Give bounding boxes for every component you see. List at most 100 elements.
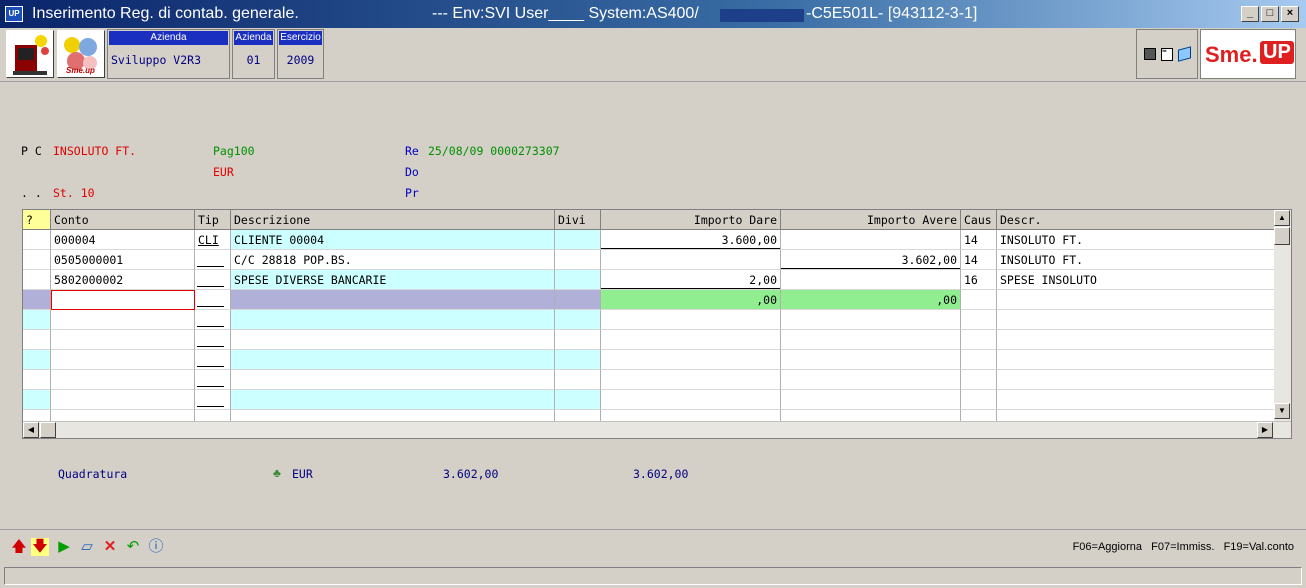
horizontal-scrollbar[interactable]: ◀ ▶ — [23, 421, 1291, 438]
avere-cell[interactable]: ,00 — [781, 290, 961, 310]
divisa-cell — [555, 270, 601, 290]
col-causale[interactable]: Caus — [961, 210, 997, 230]
title-bar: UP Inserimento Reg. di contab. generale.… — [0, 0, 1306, 28]
table-row[interactable]: 000004 CLI CLIENTE 00004 3.600,00 14 INS… — [23, 230, 1275, 250]
table-row-empty[interactable] — [23, 390, 1275, 410]
col-importo-avere[interactable]: Importo Avere — [781, 210, 961, 230]
conto-cell[interactable]: 0505000001 — [51, 250, 195, 270]
col-importo-dare[interactable]: Importo Dare — [601, 210, 781, 230]
col-descr[interactable]: Descr. — [997, 210, 1275, 230]
undo-icon[interactable]: ↶ — [124, 538, 142, 556]
col-conto[interactable]: Conto — [51, 210, 195, 230]
info-icon[interactable]: ⓘ — [147, 538, 165, 556]
descrizione-cell: SPESE DIVERSE BANCARIE — [231, 270, 555, 290]
payment-code: Pag100 — [213, 144, 255, 158]
tip-cell[interactable] — [195, 290, 231, 310]
minimize-button[interactable]: _ — [1241, 6, 1259, 22]
azienda-label: Azienda — [109, 31, 228, 45]
book-icon[interactable] — [1178, 46, 1191, 62]
tip-cell[interactable] — [195, 270, 231, 290]
esercizio-field: Esercizio 2009 — [277, 29, 324, 79]
document-description: INSOLUTO FT. — [53, 144, 137, 158]
scroll-left-icon[interactable]: ◀ — [23, 422, 39, 438]
environment-info: --- Env:SVI User____ System:AS400/ — [432, 5, 699, 22]
descr-cell[interactable] — [997, 290, 1275, 310]
grid-header-row: ? Conto Tip Descrizione Divi Importo Dar… — [23, 210, 1275, 230]
maximize-button[interactable]: □ — [1261, 6, 1279, 22]
row-select-cell[interactable] — [23, 230, 51, 250]
dare-cell[interactable]: 3.600,00 — [601, 230, 781, 250]
table-row-empty[interactable] — [23, 330, 1275, 350]
dare-cell[interactable]: 2,00 — [601, 270, 781, 290]
col-tip[interactable]: Tip — [195, 210, 231, 230]
causale-cell[interactable]: 14 — [961, 250, 997, 270]
quadratura-label: Quadratura — [58, 467, 128, 481]
descrizione-cell: CLIENTE 00004 — [231, 230, 555, 250]
col-divisa[interactable]: Divi — [555, 210, 601, 230]
entries-grid: ? Conto Tip Descrizione Divi Importo Dar… — [22, 209, 1292, 439]
scroll-thumb[interactable] — [1274, 227, 1290, 245]
dots-label: . . — [21, 186, 42, 200]
dare-cell[interactable]: ,00 — [601, 290, 781, 310]
conto-cell[interactable]: 5802000002 — [51, 270, 195, 290]
avere-cell[interactable] — [781, 230, 961, 250]
descr-cell[interactable]: INSOLUTO FT. — [997, 230, 1275, 250]
hscroll-thumb[interactable] — [40, 422, 56, 438]
descrizione-cell: C/C 28818 POP.BS. — [231, 250, 555, 270]
tip-cell[interactable]: CLI — [195, 230, 231, 250]
row-select-cell[interactable] — [23, 250, 51, 270]
descr-cell[interactable]: INSOLUTO FT. — [997, 250, 1275, 270]
total-avere: 3.602,00 — [633, 467, 689, 481]
azienda-code-label: Azienda — [234, 31, 273, 45]
conto-cell[interactable]: 000004 — [51, 230, 195, 250]
environment-suffix: -C5E501L- [943112-3-1] — [806, 5, 978, 22]
table-row-selected[interactable]: ,00 ,00 — [23, 290, 1275, 310]
brand-text: Sme. — [1205, 42, 1258, 67]
row-select-cell[interactable] — [23, 270, 51, 290]
table-row[interactable]: 0505000001 C/C 28818 POP.BS. 3.602,00 14… — [23, 250, 1275, 270]
monitor-icon[interactable] — [1144, 48, 1156, 60]
svg-text:Sme.up: Sme.up — [66, 66, 95, 75]
total-dare: 3.602,00 — [443, 467, 499, 481]
scroll-right-icon[interactable]: ▶ — [1257, 422, 1273, 438]
col-descrizione[interactable]: Descrizione — [231, 210, 555, 230]
machine-logo-icon[interactable] — [6, 30, 54, 78]
status-bar — [4, 567, 1302, 585]
table-row-empty[interactable] — [23, 370, 1275, 390]
scroll-down-icon[interactable]: ▼ — [1274, 403, 1290, 419]
play-icon[interactable]: ▶ — [55, 538, 73, 556]
table-row-empty[interactable] — [23, 310, 1275, 330]
causale-cell[interactable]: 14 — [961, 230, 997, 250]
smeup-logo-icon[interactable]: Sme.up — [57, 30, 105, 78]
table-row-empty[interactable] — [23, 350, 1275, 370]
currency-code: EUR — [213, 165, 234, 179]
smeup-brand-logo: Sme. UP — [1200, 29, 1296, 79]
avere-cell[interactable]: 3.602,00 — [781, 250, 961, 270]
arrow-up-icon[interactable]: 🡅 — [10, 538, 28, 556]
close-button[interactable]: × — [1281, 6, 1299, 22]
avere-cell[interactable] — [781, 270, 961, 290]
quadratura-currency: EUR — [292, 467, 313, 481]
table-row[interactable]: 5802000002 SPESE DIVERSE BANCARIE 2,00 1… — [23, 270, 1275, 290]
row-select-cell[interactable] — [23, 290, 51, 310]
pc-label: P C — [21, 144, 42, 158]
dare-cell[interactable] — [601, 250, 781, 270]
divisa-cell — [555, 290, 601, 310]
azienda-field: Azienda Sviluppo V2R3 — [107, 29, 230, 79]
tip-cell[interactable] — [195, 250, 231, 270]
vertical-scrollbar[interactable]: ▲ ▼ — [1274, 210, 1291, 421]
descr-cell[interactable]: SPESE INSOLUTO — [997, 270, 1275, 290]
eraser-icon[interactable]: ▱ — [78, 538, 96, 556]
pr-label: Pr — [405, 186, 419, 200]
table-row-empty[interactable] — [23, 410, 1275, 430]
window-title: Inserimento Reg. di contab. generale. — [32, 5, 299, 22]
redacted-block — [720, 9, 804, 22]
arrow-down-icon[interactable]: 🡇 — [31, 538, 49, 556]
causale-cell[interactable]: 16 — [961, 270, 997, 290]
scroll-up-icon[interactable]: ▲ — [1274, 210, 1290, 226]
conto-input[interactable] — [51, 290, 195, 310]
document-icon[interactable]: ≡ — [1161, 47, 1173, 61]
col-help[interactable]: ? — [23, 210, 51, 230]
causale-cell[interactable] — [961, 290, 997, 310]
delete-icon[interactable]: ✕ — [101, 538, 119, 556]
